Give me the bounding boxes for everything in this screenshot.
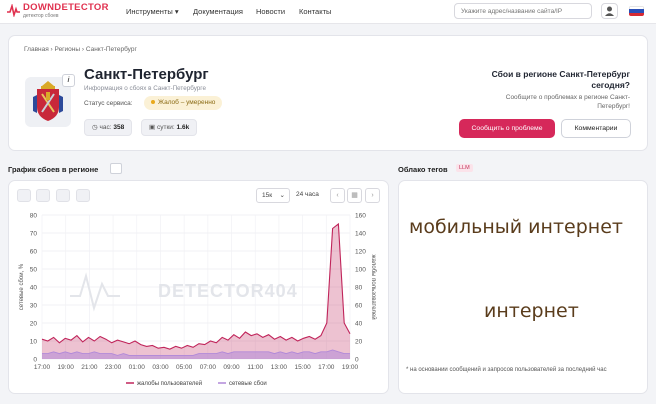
watermark-pulse-icon: [70, 272, 120, 312]
hour-label: час:: [99, 124, 112, 131]
x-tick-label: 19:00: [58, 364, 75, 371]
city-title: Санкт-Петербург: [84, 66, 209, 83]
calendar-icon: ▦: [351, 192, 358, 199]
flag-stripe: [629, 12, 644, 16]
x-tick-label: 03:00: [152, 364, 169, 371]
nav-docs[interactable]: Документация: [193, 7, 243, 16]
x-tick-label: 17:00: [34, 364, 51, 371]
calendar-button[interactable]: ▦: [347, 188, 362, 203]
report-problem-button[interactable]: Сообщить о проблеме: [459, 119, 555, 138]
tag-cloud-card: [398, 180, 648, 394]
status-dot-icon: [151, 100, 155, 105]
interval-select[interactable]: 15к ⌄: [256, 188, 290, 203]
status-label: Статус сервиса:: [84, 100, 133, 107]
user-button[interactable]: [601, 3, 618, 19]
logo-subtitle: детектор сбоев: [23, 13, 59, 19]
y-right-tick-label: 40: [355, 321, 363, 328]
nav-contacts[interactable]: Контакты: [299, 7, 331, 16]
x-tick-label: 01:00: [129, 364, 146, 371]
y-left-tick-label: 20: [30, 321, 38, 328]
camera-icon[interactable]: [17, 189, 31, 202]
user-icon: [605, 6, 614, 16]
clock-icon: ◷: [92, 124, 98, 131]
y-right-tick-label: 20: [355, 339, 363, 346]
breadcrumb[interactable]: Главная › Регионы › Санкт-Петербург: [24, 46, 137, 53]
outage-question-title: Сбои в регионе Санкт-Петербург сегодня?: [491, 69, 630, 90]
tag-internet[interactable]: интернет: [484, 300, 579, 322]
legend-label: жалобы пользователей: [137, 380, 202, 387]
x-tick-label: 17:00: [318, 364, 335, 371]
y-left-tick-label: 80: [30, 213, 38, 220]
outage-chart: 0 10 20 30 40 50 60 70 80 0 20 40 60 80 100 120 140 160 17…: [19, 213, 377, 388]
fullscreen-icon[interactable]: [110, 163, 122, 174]
interval-value: 15к: [262, 192, 273, 199]
chart-type-icon[interactable]: [56, 189, 70, 202]
search-input[interactable]: [454, 3, 592, 19]
status-badge: Жалоб – умеренно: [144, 96, 223, 110]
nav-news[interactable]: Новости: [256, 7, 285, 16]
hour-count-badge: ◷ час: 358: [84, 119, 133, 136]
y-right-tick-label: 0: [355, 357, 359, 364]
chart-watermark: DETECTOR404: [158, 281, 298, 301]
day-count-badge: ▣ сутки: 1.6k: [141, 119, 198, 136]
logo-title: DOWNDETECTOR: [23, 2, 109, 13]
next-period-button[interactable]: ›: [365, 188, 380, 203]
y-left-tick-label: 0: [33, 357, 37, 364]
prev-period-button[interactable]: ‹: [330, 188, 345, 203]
day-label: сутки:: [156, 124, 175, 131]
y-right-tick-label: 100: [355, 267, 366, 274]
info-button[interactable]: i: [62, 74, 75, 87]
x-tick-label: 07:00: [200, 364, 217, 371]
x-tick-label: 15:00: [294, 364, 311, 371]
font-icon[interactable]: [76, 189, 90, 202]
y-left-tick-label: 70: [30, 231, 38, 238]
y-left-tick-label: 10: [30, 339, 38, 346]
status-value: Жалоб – умеренно: [158, 99, 216, 106]
comments-button[interactable]: Комментарии: [561, 119, 631, 138]
y-right-tick-label: 60: [355, 303, 363, 310]
x-tick-label: 05:00: [176, 364, 193, 371]
tags-section-title: Облако тегов: [398, 165, 448, 174]
chevron-right-icon: ›: [371, 192, 374, 199]
y-left-tick-label: 50: [30, 267, 38, 274]
tag-mobile-internet[interactable]: мобильный интернет: [409, 216, 623, 238]
y-left-tick-label: 60: [30, 249, 38, 256]
hour-value: 358: [113, 124, 125, 131]
y-right-tick-label: 120: [355, 249, 366, 256]
nav-tools[interactable]: Инструменты ▾: [126, 7, 179, 16]
period-label: 24 часа: [296, 191, 319, 198]
day-value: 1.6k: [176, 124, 190, 131]
tag-cloud-footnote: * на основании сообщений и запросов поль…: [406, 367, 607, 373]
downdetector-logo[interactable]: DOWNDETECTOR детектор сбоев: [7, 3, 109, 19]
y-left-axis-title: сетевые сбои, %: [19, 263, 25, 310]
chevron-down-icon: ⌄: [279, 192, 285, 199]
y-right-axis-title: жалобы пользователей: [370, 254, 377, 319]
x-tick-label: 21:00: [81, 364, 98, 371]
legend-label: сетевые сбои: [229, 381, 267, 387]
x-tick-label: 19:00: [342, 364, 359, 371]
x-tick-label: 13:00: [271, 364, 288, 371]
save-icon[interactable]: [36, 189, 50, 202]
y-right-tick-label: 80: [355, 285, 363, 292]
chart-section-title: График сбоев в регионе: [8, 165, 99, 174]
city-subtitle: Информация о сбоях в Санкт-Петербурге: [84, 85, 206, 92]
y-right-tick-label: 140: [355, 231, 366, 238]
calendar-icon: ▣: [149, 124, 156, 131]
y-left-tick-label: 40: [30, 285, 38, 292]
y-right-tick-label: 160: [355, 213, 366, 220]
x-tick-label: 11:00: [247, 364, 263, 371]
y-left-tick-label: 30: [30, 303, 38, 310]
llm-badge: LLM: [456, 164, 473, 172]
x-tick-label: 23:00: [105, 364, 122, 371]
logo-pulse-icon: [7, 4, 20, 17]
top-navigation-bar: DOWNDETECTOR детектор сбоев Инструменты …: [0, 0, 656, 24]
chevron-left-icon: ‹: [336, 192, 339, 199]
russia-flag-icon[interactable]: [629, 6, 644, 16]
x-tick-label: 09:00: [223, 364, 240, 371]
outage-question-subtitle: Сообщите о проблемах в регионе Санкт-Пет…: [505, 94, 630, 110]
